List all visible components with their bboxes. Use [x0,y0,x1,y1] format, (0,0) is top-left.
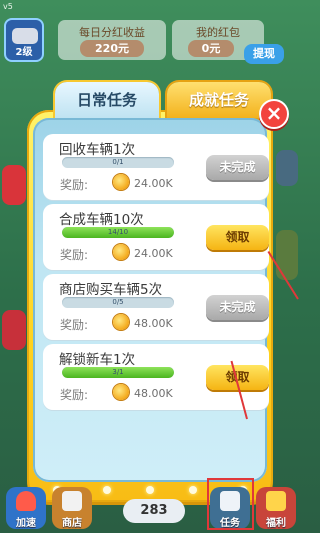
task-dialog: 日常任务 成就任务 回收车辆1次 0/1 奖励: 24.00K 未完成 合成车辆… [27,82,273,502]
task-card: 商店购买车辆5次 0/5 奖励: 48.00K 未完成 [43,274,269,340]
task-title: 合成车辆10次 [59,212,144,228]
task-card: 合成车辆10次 14/10 奖励: 24.00K 领取 [43,204,269,270]
reward-label: 奖励: [60,388,89,402]
welfare-label: 福利 [266,518,286,529]
reward-label: 奖励: [60,178,89,192]
bottom-bar: 加速 商店 283 任务 福利 [0,481,300,533]
task-incomplete-button[interactable]: 未完成 [206,295,269,320]
close-icon[interactable]: × [259,99,289,129]
shop-label: 商店 [62,518,82,529]
speedup-button[interactable]: 加速 [6,487,46,529]
shop-button[interactable]: 商店 [52,487,92,529]
reward-amount: 24.00K [134,177,173,190]
task-progress-bar: 0/5 [62,297,174,308]
reward-amount: 24.00K [134,247,173,260]
reward-amount: 48.00K [134,317,173,330]
task-title: 回收车辆1次 [59,142,136,158]
car-icon [12,28,38,44]
rocket-icon [16,491,36,511]
task-progress-text: 14/10 [107,228,129,236]
reward-amount: 48.00K [134,387,173,400]
coin-icon [113,174,129,190]
task-title: 解锁新车1次 [59,352,136,368]
coin-icon [113,244,129,260]
task-card: 回收车辆1次 0/1 奖励: 24.00K 未完成 [43,134,269,200]
shop-icon [62,491,82,511]
task-progress-bar: 3/1 [62,367,174,378]
task-progress-bar: 0/1 [62,157,174,168]
daily-dividend-label: 每日分红收益 [79,26,145,39]
tab-achievement-tasks[interactable]: 成就任务 [167,82,271,118]
daily-dividend-value: 220元 [80,40,144,57]
coin-icon [113,384,129,400]
car-slot-right-1 [276,150,298,186]
daily-dividend-card[interactable]: 每日分红收益 220元 [58,20,166,60]
withdraw-button[interactable]: 提现 [244,44,284,64]
task-title: 商店购买车辆5次 [59,282,163,298]
top-hud: 2级 每日分红收益 220元 我的红包 0元 提现 [0,12,300,68]
car-slot-left-1 [2,165,26,205]
gift-icon [266,491,286,511]
car-count-display[interactable]: 283 [123,499,185,523]
speedup-label: 加速 [16,518,36,529]
red-packet-label: 我的红包 [196,26,240,39]
car-slot-left-2 [2,310,26,350]
welfare-button[interactable]: 福利 [256,487,296,529]
reward-label: 奖励: [60,318,89,332]
reward-label: 奖励: [60,248,89,262]
level-badge[interactable]: 2级 [4,18,44,62]
tab-daily-tasks[interactable]: 日常任务 [55,82,159,118]
task-claim-button[interactable]: 领取 [206,225,269,250]
task-progress-text: 0/5 [112,298,124,306]
version-label: v5 [3,2,13,11]
task-list-panel: 回收车辆1次 0/1 奖励: 24.00K 未完成 合成车辆10次 14/10 … [33,118,269,482]
task-incomplete-button[interactable]: 未完成 [206,155,269,180]
task-progress-text: 0/1 [112,158,124,166]
red-packet-value: 0元 [188,40,234,57]
task-progress-bar: 14/10 [62,227,174,238]
task-button-highlight [207,478,254,530]
level-text: 2级 [15,47,33,58]
task-progress-text: 3/1 [112,368,124,376]
coin-icon [113,314,129,330]
